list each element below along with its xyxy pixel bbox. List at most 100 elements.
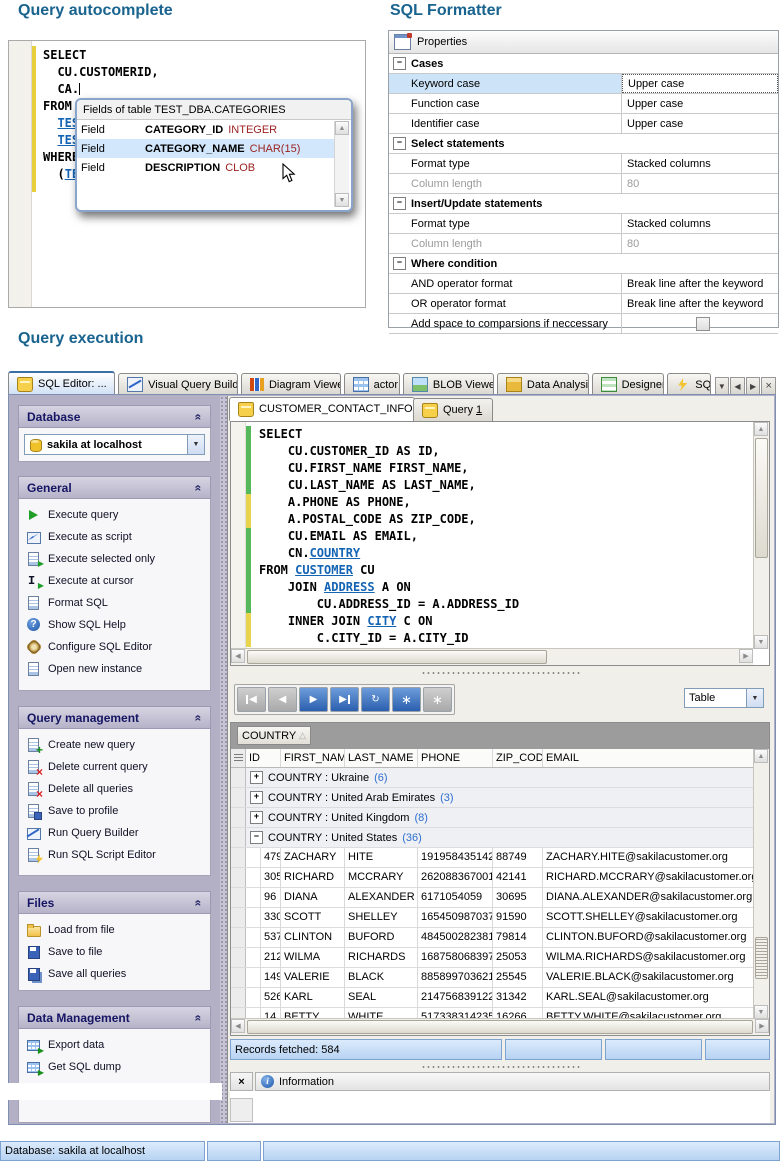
scroll-left-icon[interactable]: ◀ — [231, 649, 245, 663]
table-row[interactable]: 96DIANAALEXANDER617105405930695DIANA.ALE… — [231, 888, 754, 908]
formatter-section[interactable]: −Where condition — [389, 254, 778, 274]
scroll-down-icon[interactable]: ▼ — [754, 635, 768, 649]
info-splitter[interactable] — [228, 1063, 774, 1071]
sidebar-splitter[interactable] — [220, 396, 227, 1123]
cancel-fetch-button[interactable]: ∗ — [423, 687, 452, 712]
col-header-first-name[interactable]: FIRST_NAME — [281, 749, 345, 767]
sidebar-item-save-to-file[interactable]: Save to file — [21, 941, 208, 963]
close-icon[interactable]: × — [230, 1072, 253, 1091]
properties-toolbar[interactable]: Properties — [389, 31, 778, 54]
group-field-button[interactable]: COUNTRY △ — [237, 726, 311, 745]
refresh-button[interactable]: ↻ — [361, 687, 390, 712]
col-header-last-name[interactable]: LAST_NAME — [345, 749, 418, 767]
scroll-up-icon[interactable]: ▲ — [754, 422, 768, 436]
expand-icon[interactable]: + — [250, 811, 263, 824]
editor-tab-customer-contact-info[interactable]: CUSTOMER_CONTACT_INFO — [229, 397, 415, 421]
scroll-down-icon[interactable]: ▼ — [335, 193, 349, 207]
sidebar-item-create-new-query[interactable]: Create new query — [21, 734, 208, 756]
checkbox[interactable] — [696, 317, 710, 331]
tab-diagram-viewer[interactable]: Diagram Viewer — [241, 373, 341, 395]
scroll-down-icon[interactable]: ▼ — [754, 1005, 768, 1019]
grid-hscrollbar[interactable]: ◀ ▶ — [231, 1018, 769, 1035]
collapse-chevron-icon[interactable]: « — [192, 1014, 206, 1021]
dropdown-arrow-icon[interactable]: ▼ — [187, 435, 204, 454]
col-header-id[interactable]: ID — [246, 749, 281, 767]
popup-field-row[interactable]: Field CATEGORY_ID INTEGER — [77, 120, 336, 139]
col-header-zip-code[interactable]: ZIP_CODE — [493, 749, 543, 767]
first-record-button[interactable]: ◀ — [237, 687, 266, 712]
formatter-row[interactable]: Format type Stacked columns — [389, 154, 778, 174]
formatter-section[interactable]: −Cases — [389, 54, 778, 74]
formatter-section[interactable]: −Insert/Update statements — [389, 194, 778, 214]
editor-tab-query-1[interactable]: Query 1 — [413, 398, 493, 422]
popup-field-row[interactable]: Field DESCRIPTION CLOB — [77, 158, 336, 177]
sidebar-item-save-all-queries[interactable]: Save all queries — [21, 963, 208, 985]
sidebar-panel-database-header[interactable]: Database« — [18, 405, 211, 428]
popup-scrollbar[interactable]: ▲ ▼ — [334, 121, 349, 207]
collapse-icon[interactable]: − — [393, 57, 406, 70]
view-mode-combo[interactable]: Table ▼ — [684, 688, 764, 708]
sidebar-panel-query-management-header[interactable]: Query management« — [18, 706, 211, 729]
collapse-icon[interactable]: − — [393, 257, 406, 270]
tab-visual-query-builder[interactable]: Visual Query Builder — [118, 373, 238, 395]
sidebar-item-execute-at-cursor[interactable]: Execute at cursor — [21, 570, 208, 592]
group-by-bar[interactable]: COUNTRY △ — [231, 723, 769, 749]
tab-actor[interactable]: actor — [344, 373, 400, 395]
group-row-expanded[interactable]: −COUNTRY : United States(36) — [231, 828, 754, 848]
editor-vscrollbar[interactable]: ▲ ▼ — [753, 422, 769, 649]
sidebar-item-save-to-profile[interactable]: Save to profile — [21, 800, 208, 822]
expand-icon[interactable]: + — [250, 791, 263, 804]
formatter-row[interactable]: Format type Stacked columns — [389, 214, 778, 234]
sidebar-panel-general-header[interactable]: General« — [18, 476, 211, 499]
sidebar-item-export-data[interactable]: Export data — [21, 1034, 208, 1056]
row-selector-header[interactable] — [231, 749, 246, 767]
scroll-thumb[interactable] — [755, 937, 768, 979]
tab-close-button[interactable]: × — [761, 377, 776, 395]
formatter-row[interactable]: OR operator format Break line after the … — [389, 294, 778, 314]
sidebar-item-load-from-file[interactable]: Load from file — [21, 919, 208, 941]
tab-sql-editor[interactable]: SQL Editor: ... — [8, 371, 115, 395]
group-row[interactable]: +COUNTRY : United Kingdom(8) — [231, 808, 754, 828]
sidebar-item-run-sql-script-editor[interactable]: Run SQL Script Editor — [21, 844, 208, 866]
tab-blob-viewer[interactable]: BLOB Viewer — [403, 373, 494, 395]
sidebar-panel-files-header[interactable]: Files« — [18, 891, 211, 914]
formatter-section[interactable]: −Select statements — [389, 134, 778, 154]
sidebar-item-execute-query[interactable]: Execute query — [21, 504, 208, 526]
scroll-thumb[interactable] — [247, 1020, 753, 1034]
editor-hscrollbar[interactable]: ◀ ▶ — [231, 648, 753, 665]
sidebar-item-run-query-builder[interactable]: Run Query Builder — [21, 822, 208, 844]
tab-scroll-right-button[interactable]: ▶ — [746, 377, 761, 395]
tab-data-analysis[interactable]: Data Analysis — [497, 373, 589, 395]
collapse-chevron-icon[interactable]: « — [192, 714, 206, 721]
formatter-row[interactable]: Add space to comparsions if neccessary — [389, 314, 778, 334]
sidebar-item-get-sql-dump[interactable]: Get SQL dump — [21, 1056, 208, 1078]
sidebar-item-format-sql[interactable]: Format SQL — [21, 592, 208, 614]
scroll-right-icon[interactable]: ▶ — [739, 649, 753, 663]
sidebar-panel-data-management-header[interactable]: Data Management« — [18, 1006, 211, 1029]
tab-sql-script[interactable]: SQ — [667, 373, 710, 395]
table-row[interactable]: 479ZACHARYHITE19195843514288749ZACHARY.H… — [231, 848, 754, 868]
editor-results-splitter[interactable] — [228, 669, 774, 677]
expand-icon[interactable]: + — [250, 771, 263, 784]
group-row[interactable]: +COUNTRY : Ukraine(6) — [231, 768, 754, 788]
collapse-icon[interactable]: − — [393, 137, 406, 150]
table-row[interactable]: 526KARLSEAL21475683912231342KARL.SEAL@sa… — [231, 988, 754, 1008]
last-record-button[interactable]: ▶ — [330, 687, 359, 712]
dropdown-arrow-icon[interactable]: ▼ — [746, 689, 763, 707]
sql-editor[interactable]: SELECT CU.CUSTOMER_ID AS ID, CU.FIRST_NA… — [230, 421, 770, 666]
scroll-thumb[interactable] — [755, 438, 768, 558]
collapse-chevron-icon[interactable]: « — [192, 484, 206, 491]
collapse-icon[interactable]: − — [393, 197, 406, 210]
fetch-all-button[interactable]: ∗ — [392, 687, 421, 712]
sidebar-item-delete-current-query[interactable]: Delete current query — [21, 756, 208, 778]
popup-field-row-selected[interactable]: Field CATEGORY_NAME CHAR(15) — [77, 139, 336, 158]
collapse-chevron-icon[interactable]: « — [192, 413, 206, 420]
scroll-right-icon[interactable]: ▶ — [755, 1019, 769, 1033]
tab-designer[interactable]: Designer — [592, 373, 665, 395]
table-row[interactable]: 330SCOTTSHELLEY16545098703791590SCOTT.SH… — [231, 908, 754, 928]
col-header-email[interactable]: EMAIL — [543, 749, 754, 767]
sidebar-item-delete-all-queries[interactable]: Delete all queries — [21, 778, 208, 800]
prev-record-button[interactable]: ◀ — [268, 687, 297, 712]
scroll-up-icon[interactable]: ▲ — [335, 121, 349, 135]
table-row[interactable]: 149VALERIEBLACK88589970362125545VALERIE.… — [231, 968, 754, 988]
